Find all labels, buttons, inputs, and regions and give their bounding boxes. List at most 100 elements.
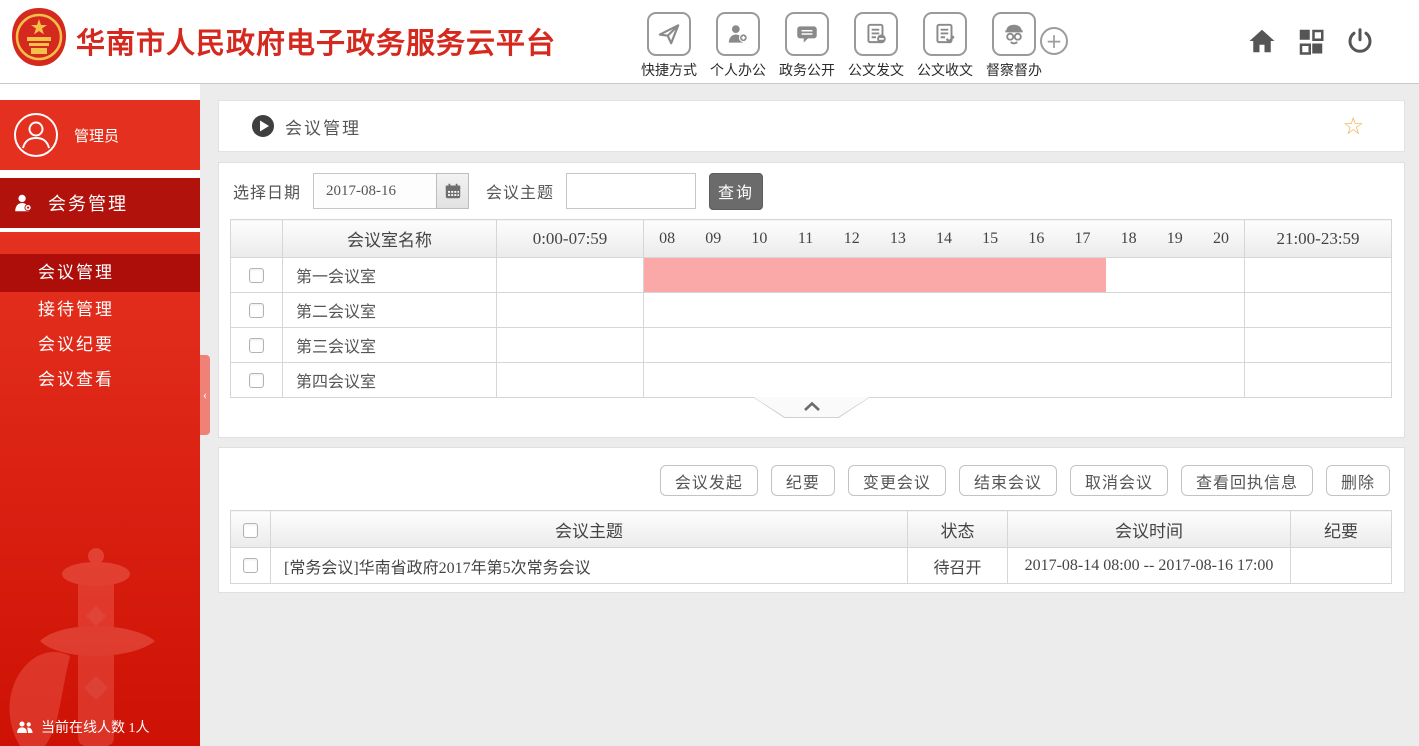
quick-item-shortcuts[interactable]: 快捷方式: [640, 12, 698, 80]
topic-label: 会议主题: [486, 185, 555, 202]
date-picker: [313, 173, 470, 209]
police-officer-icon: [992, 12, 1036, 56]
hour-slots: [643, 327, 1245, 363]
meeting-list-panel: 会议发起 纪要 变更会议 结束会议 取消会议 查看回执信息 删除 会议主题 状态…: [218, 447, 1405, 593]
cancel-meeting-button[interactable]: 取消会议: [1069, 465, 1168, 496]
meeting-row[interactable]: [常务会议]华南省政府2017年第5次常务会议 待召开 2017-08-14 0…: [230, 547, 1392, 584]
schedule-panel: 选择日期 会议主题 查询 会议室名称 0:00-07:59 0809101112…: [218, 162, 1405, 438]
add-shortcut-button[interactable]: +: [1040, 27, 1068, 55]
calendar-button[interactable]: [436, 173, 470, 209]
select-all-checkbox[interactable]: [243, 522, 258, 538]
room-name-header: 会议室名称: [282, 219, 497, 258]
filter-bar: 选择日期 会议主题 查询: [219, 163, 1404, 219]
online-users-label: 当前在线人数 1人: [41, 721, 150, 736]
grid-apps-icon[interactable]: [1296, 26, 1326, 56]
schedule-row-room4[interactable]: 第四会议室: [230, 362, 1392, 398]
end-meeting-button[interactable]: 结束会议: [958, 465, 1057, 496]
user-name: 管理员: [74, 128, 120, 145]
row-checkbox[interactable]: [249, 337, 264, 353]
app-title: 华南市人民政府电子政务服务云平台: [76, 28, 557, 60]
chevron-up-icon: [803, 401, 820, 411]
sidebar-item-reception-management[interactable]: 接待管理: [0, 292, 200, 327]
room-name: 第二会议室: [282, 292, 497, 328]
schedule-row-room3[interactable]: 第三会议室: [230, 327, 1392, 363]
pillar-watermark: [9, 548, 155, 746]
early-slot: [496, 292, 644, 328]
quick-item-doc-send[interactable]: 公文发文: [847, 12, 905, 80]
quick-item-gov-disclosure[interactable]: 政务公开: [778, 12, 836, 80]
late-slot: [1244, 257, 1392, 293]
hour-slots: [643, 292, 1245, 328]
sidebar-section-label: 会务管理: [48, 194, 128, 214]
hour-columns-header: 08 09 10 11 12 13 14 15 16 17 18 19 20: [643, 219, 1245, 258]
quick-item-personal-office[interactable]: 个人办公: [709, 12, 767, 80]
meeting-time: 2017-08-14 08:00 -- 2017-08-16 17:00: [1007, 547, 1291, 584]
speech-bubble-icon: [785, 12, 829, 56]
late-hours-header: 21:00-23:59: [1244, 219, 1392, 258]
status-header: 状态: [907, 510, 1008, 548]
quick-access-toolbar: 快捷方式 个人办公 政务公开 公文发文 公文收文 督察督办: [640, 12, 1043, 80]
schedule-row-room2[interactable]: 第二会议室: [230, 292, 1392, 328]
early-slot: [496, 362, 644, 398]
search-button[interactable]: 查询: [709, 172, 764, 210]
page-header: 会议管理 ☆: [218, 100, 1405, 152]
meeting-table: 会议主题 状态 会议时间 纪要 [常务会议]华南省政府2017年第5次常务会议 …: [230, 510, 1392, 584]
paper-plane-icon: [647, 12, 691, 56]
meeting-header-row: 会议主题 状态 会议时间 纪要: [230, 510, 1392, 548]
quick-item-supervision[interactable]: 督察督办: [985, 12, 1043, 80]
power-logout-icon[interactable]: [1345, 26, 1375, 56]
early-slot: [496, 327, 644, 363]
room-name: 第四会议室: [282, 362, 497, 398]
sidebar-section-meeting-affairs[interactable]: 会务管理: [0, 178, 200, 228]
date-label: 选择日期: [233, 185, 302, 202]
view-receipt-button[interactable]: 查看回执信息: [1180, 465, 1313, 496]
quick-item-doc-receive[interactable]: 公文收文: [916, 12, 974, 80]
section-arrow-icon: [252, 115, 274, 137]
hour-slots: [643, 362, 1245, 398]
meeting-minutes: [1290, 547, 1392, 584]
collapse-schedule-button[interactable]: [752, 397, 871, 418]
favorite-star-icon[interactable]: ☆: [1342, 112, 1364, 140]
select-column-header: [230, 219, 283, 258]
room-schedule-table: 会议室名称 0:00-07:59 08 09 10 11 12 13 14 15 16 17 18 1…: [230, 219, 1392, 398]
row-checkbox[interactable]: [249, 267, 264, 283]
date-input[interactable]: [313, 173, 437, 209]
hour-slots: [643, 257, 1245, 293]
document-minus-icon: [854, 12, 898, 56]
late-slot: [1244, 327, 1392, 363]
change-meeting-button[interactable]: 变更会议: [847, 465, 946, 496]
initiate-meeting-button[interactable]: 会议发起: [659, 465, 758, 496]
delete-button[interactable]: 删除: [1325, 465, 1390, 496]
sidebar-collapse-handle[interactable]: ‹: [200, 355, 210, 435]
meeting-actions-toolbar: 会议发起 纪要 变更会议 结束会议 取消会议 查看回执信息 删除: [219, 448, 1404, 496]
late-slot: [1244, 292, 1392, 328]
schedule-header-row: 会议室名称 0:00-07:59 08 09 10 11 12 13 14 15 16 17 18 1…: [230, 219, 1392, 258]
sidebar-item-meeting-management[interactable]: 会议管理: [0, 254, 200, 292]
room-name: 第三会议室: [282, 327, 497, 363]
window-controls: [1247, 26, 1375, 56]
schedule-row-room1[interactable]: 第一会议室: [230, 257, 1392, 293]
sidebar: 管理员 会务管理 会议管理 接待管理 会议纪要 会议查看 当前在线人数 1人: [0, 84, 200, 746]
topic-input[interactable]: [566, 173, 697, 209]
calendar-icon: [445, 183, 460, 199]
row-checkbox[interactable]: [243, 558, 258, 574]
sidebar-item-meeting-minutes[interactable]: 会议纪要: [0, 327, 200, 362]
time-header: 会议时间: [1007, 510, 1291, 548]
meeting-topic: [常务会议]华南省政府2017年第5次常务会议: [270, 547, 908, 584]
people-icon: [17, 721, 33, 733]
row-checkbox[interactable]: [249, 302, 264, 318]
sidebar-item-meeting-view[interactable]: 会议查看: [0, 362, 200, 397]
early-hours-header: 0:00-07:59: [496, 219, 644, 258]
online-users-status: 当前在线人数 1人: [16, 717, 150, 737]
page-title: 会议管理: [285, 118, 361, 138]
home-icon[interactable]: [1247, 26, 1277, 56]
document-check-icon: [923, 12, 967, 56]
national-emblem-logo: [12, 8, 66, 66]
user-profile-block[interactable]: 管理员: [0, 100, 200, 170]
late-slot: [1244, 362, 1392, 398]
minutes-header: 纪要: [1290, 510, 1392, 548]
minutes-button[interactable]: 纪要: [770, 465, 835, 496]
row-checkbox[interactable]: [249, 372, 264, 388]
select-all-header: [230, 510, 271, 548]
room-name: 第一会议室: [282, 257, 497, 293]
